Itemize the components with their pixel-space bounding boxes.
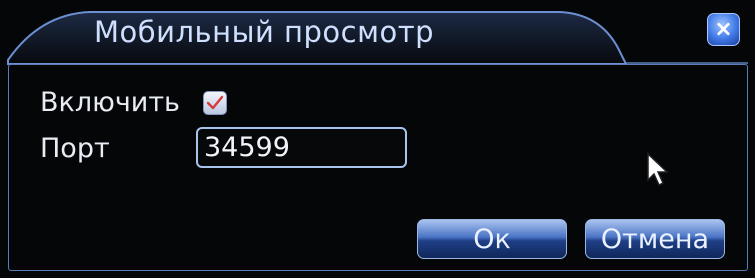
mobile-view-dialog: Мобильный просмотр × Включить Порт 34599… [0,0,755,278]
enable-checkbox[interactable] [203,91,227,115]
ok-button[interactable]: Ок [417,219,567,259]
enable-label: Включить [40,87,180,118]
ok-button-label: Ок [473,223,511,255]
port-input[interactable]: 34599 [196,127,407,168]
close-button[interactable]: × [707,13,740,46]
close-icon: × [714,16,733,42]
check-icon [206,95,224,110]
dialog-title: Мобильный просмотр [94,15,435,49]
cancel-button[interactable]: Отмена [585,219,725,259]
port-label: Порт [40,133,110,164]
cancel-button-label: Отмена [600,223,710,255]
mouse-pointer-icon [647,152,669,187]
